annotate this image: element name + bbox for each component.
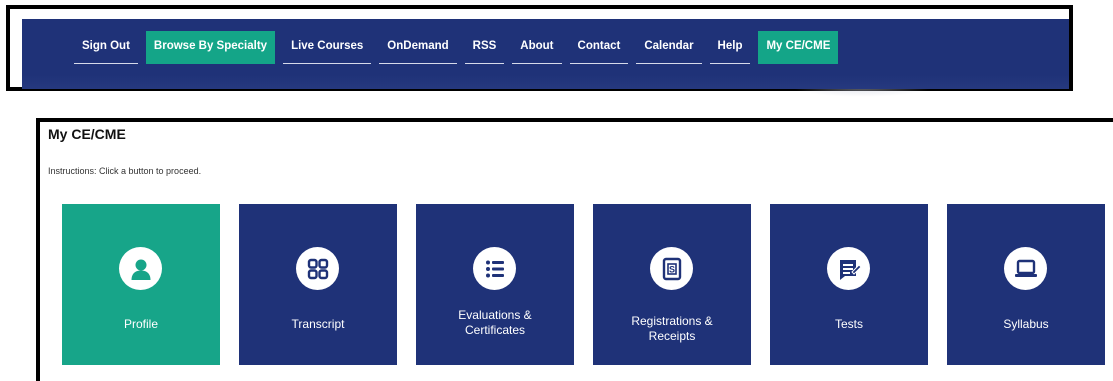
tile-label: Profile	[123, 317, 158, 331]
tile-label: Tests	[834, 317, 863, 331]
syllabus-tile[interactable]: Syllabus	[947, 204, 1105, 365]
nav-my-ce-cme[interactable]: My CE/CME	[758, 31, 839, 64]
tile-grid: Profile Transcript Evaluations & Certifi…	[62, 204, 1105, 365]
nav-about[interactable]: About	[512, 31, 562, 64]
document-icon	[827, 247, 870, 290]
nav-shadow	[792, 77, 932, 97]
svg-text:S: S	[668, 264, 674, 274]
laptop-icon	[1004, 247, 1047, 290]
registrations-receipts-tile[interactable]: S Registrations & Receipts	[593, 204, 751, 365]
evaluations-certificates-tile[interactable]: Evaluations & Certificates	[416, 204, 574, 365]
nav-menu: Sign Out Browse By Specialty Live Course…	[74, 31, 839, 64]
nav-contact[interactable]: Contact	[569, 31, 629, 64]
nav-browse-by-specialty[interactable]: Browse By Specialty	[145, 31, 276, 64]
tile-label: Evaluations & Certificates	[458, 308, 532, 337]
my-ce-cme-panel: My CE/CME Instructions: Click a button t…	[36, 118, 1113, 381]
grid-icon	[296, 247, 339, 290]
transcript-tile[interactable]: Transcript	[239, 204, 397, 365]
page-title: My CE/CME	[48, 126, 126, 142]
list-icon	[473, 247, 516, 290]
instructions-text: Instructions: Click a button to proceed.	[48, 166, 202, 176]
tile-label: Transcript	[291, 317, 345, 331]
tests-tile[interactable]: Tests	[770, 204, 928, 365]
tile-label: Registrations & Receipts	[631, 314, 713, 343]
receipt-icon: S	[650, 247, 693, 290]
user-icon	[119, 247, 162, 290]
nav-screenshot-frame: Sign Out Browse By Specialty Live Course…	[6, 5, 1073, 97]
nav-ondemand[interactable]: OnDemand	[379, 31, 457, 64]
nav-calendar[interactable]: Calendar	[636, 31, 702, 64]
nav-help[interactable]: Help	[709, 31, 751, 64]
nav-live-courses[interactable]: Live Courses	[283, 31, 372, 64]
top-nav-bar: Sign Out Browse By Specialty Live Course…	[22, 19, 1069, 97]
nav-sign-out[interactable]: Sign Out	[74, 31, 138, 64]
profile-tile[interactable]: Profile	[62, 204, 220, 365]
nav-rss[interactable]: RSS	[464, 31, 505, 64]
tile-label: Syllabus	[1003, 317, 1049, 331]
